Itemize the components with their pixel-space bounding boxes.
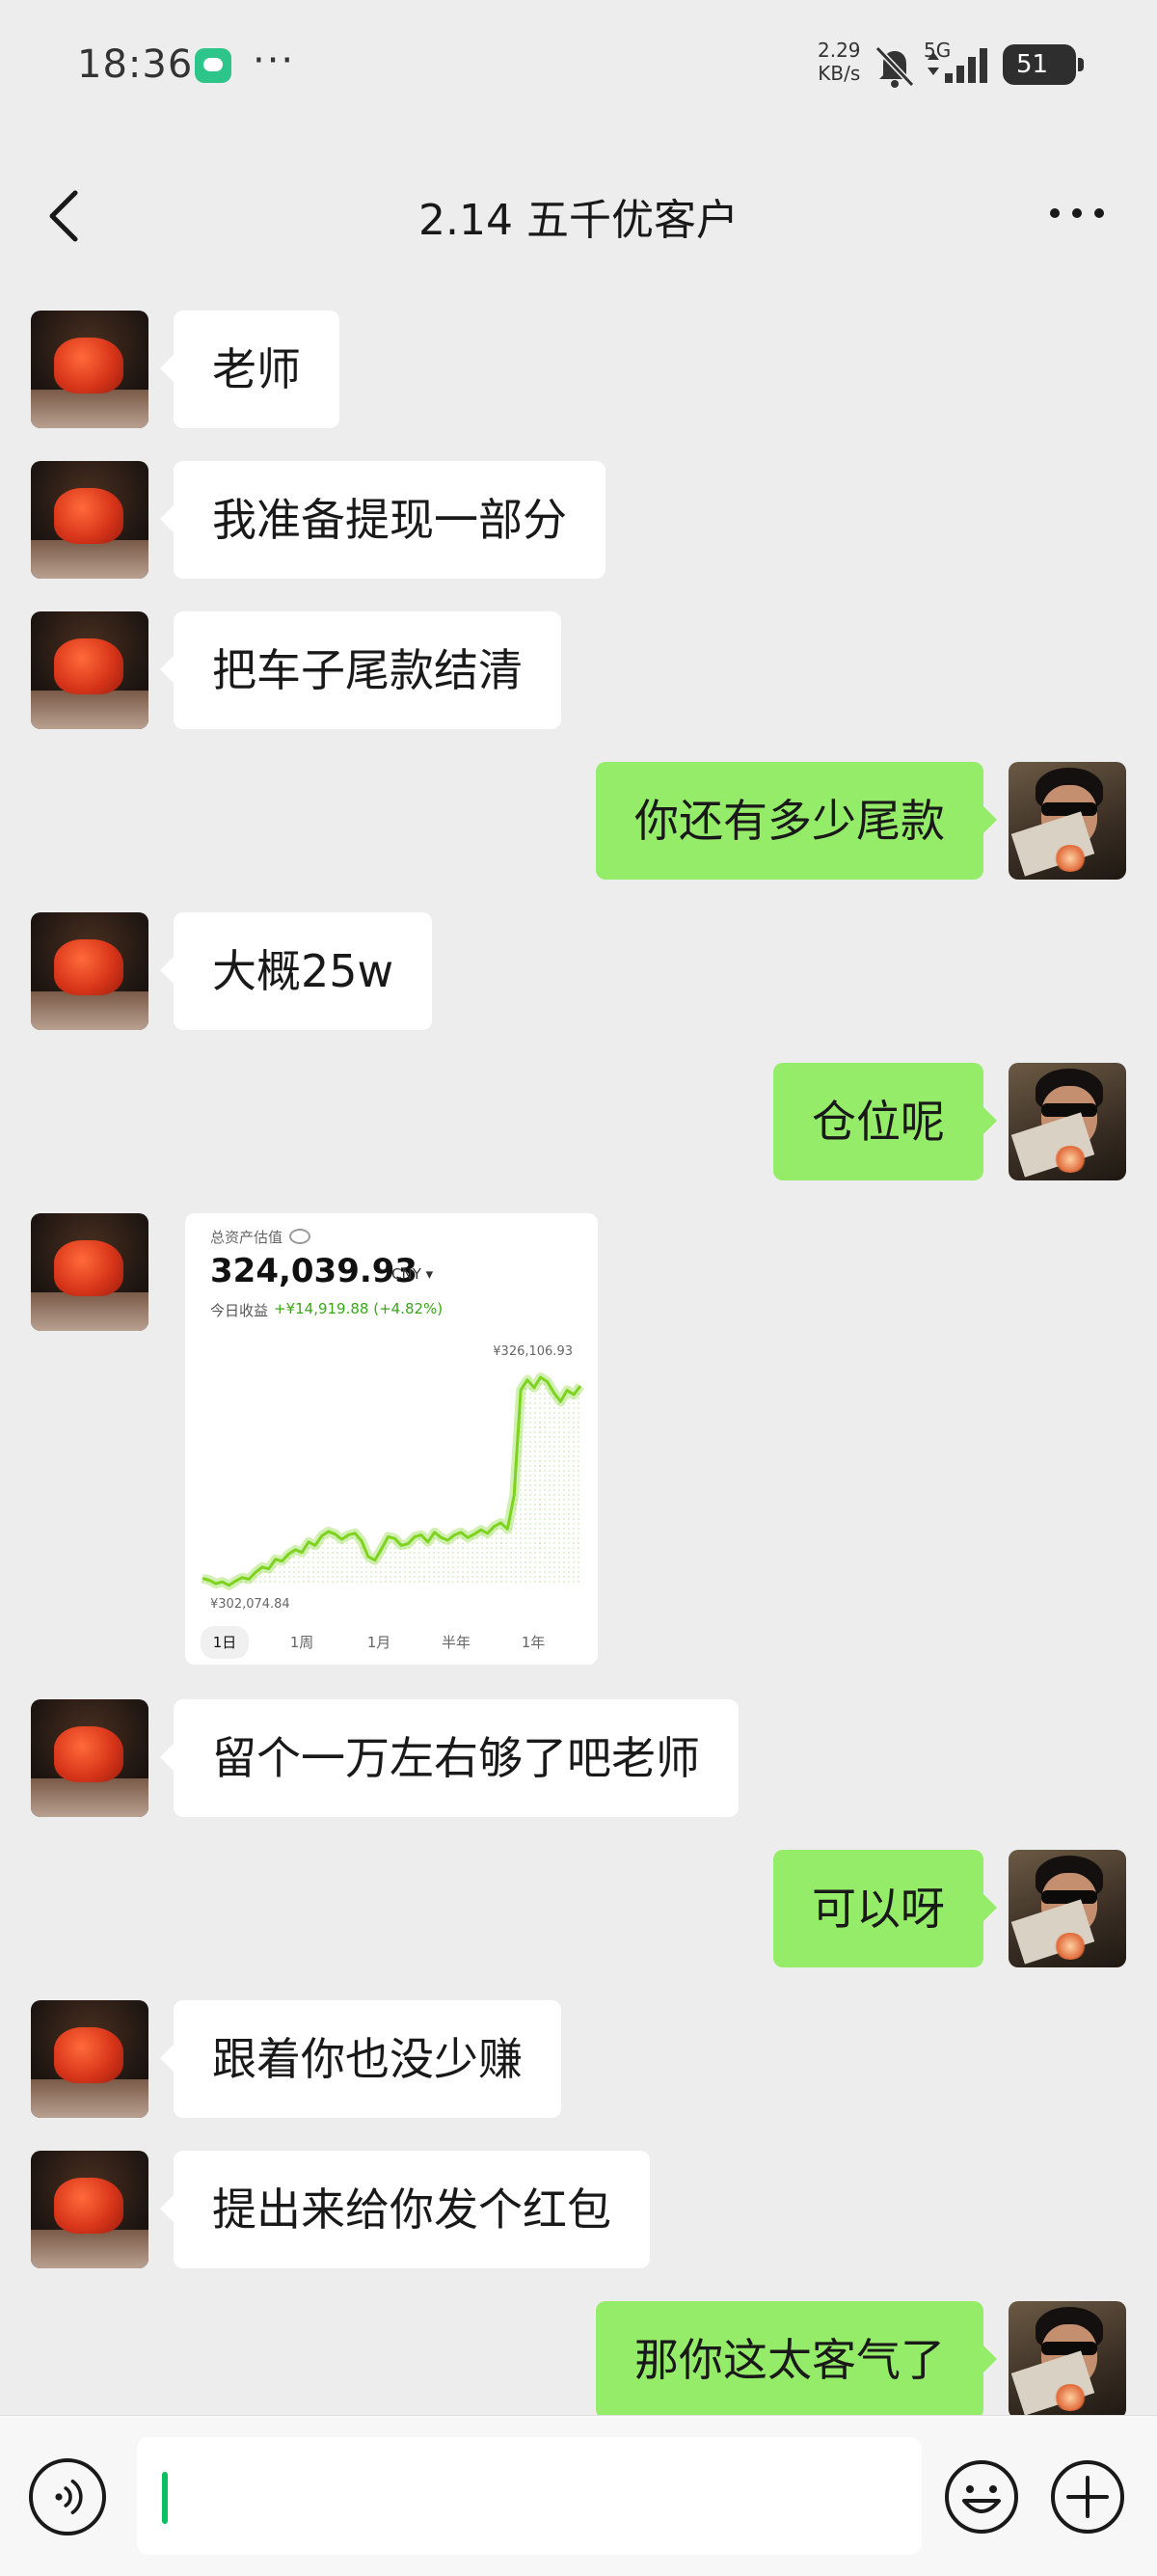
tab-period: 1周 [289,1634,314,1651]
contact-avatar[interactable] [31,912,148,1030]
message-bubble[interactable]: 我准备提现一部分 [160,461,605,579]
contact-avatar[interactable] [31,2000,148,2118]
image-message[interactable]: 总资产估值 324,039.93 CNY ▾ 今日收益 +¥14,919.88 … [185,1213,598,1665]
emoji-icon[interactable] [943,2458,1020,2535]
my-avatar[interactable] [1009,1850,1126,1967]
message-list[interactable]: 老师 我准备提现一部分 把车子尾款结清 你还有多少尾款 大概25w 仓位呢 总资… [0,297,1157,2415]
tab-period: 半年 [441,1634,471,1651]
asset-label: 总资产估值 [210,1229,283,1246]
message-bubble[interactable]: 老师 [160,311,339,428]
battery-level: 51 [1016,50,1049,79]
my-avatar[interactable] [1009,1063,1126,1180]
message-input[interactable] [137,2437,922,2555]
contact-avatar[interactable] [31,311,148,428]
eye-icon [289,1229,310,1244]
chat-app-notification-icon [195,48,231,83]
chat-title: 2.14 五千优客户 [418,196,739,245]
text-caret [162,2472,168,2524]
contact-avatar[interactable] [31,461,148,579]
mute-bell-icon [874,45,915,88]
message-bubble[interactable]: 大概25w [159,912,433,1030]
message-bubble[interactable]: 仓位呢 [773,1063,997,1180]
today-gain-value: +¥14,919.88 (+4.82%) [274,1300,444,1317]
contact-avatar[interactable] [31,1699,148,1817]
asset-value: 324,039.93 [210,1252,418,1290]
my-avatar[interactable] [1009,2301,1126,2415]
chart-max-label: ¥326,106.93 [493,1344,573,1359]
add-attachment-icon[interactable] [1049,2458,1126,2535]
network-speed-value: 2.29 [818,39,861,62]
voice-input-icon[interactable] [29,2458,106,2535]
message-bubble[interactable]: 可以呀 [773,1850,997,1967]
today-gain-label: 今日收益 [210,1302,269,1319]
contact-avatar[interactable] [31,2151,148,2268]
asset-currency: CNY ▾ [391,1265,434,1283]
network-speed: 2.29 KB/s [818,39,861,85]
contact-avatar[interactable] [31,1213,148,1331]
tab-period: 1年 [521,1634,546,1651]
period-tabs: 1日 1周 1月 半年 1年 [201,1626,586,1659]
network-speed-unit: KB/s [818,62,861,85]
message-bubble[interactable]: 那你这太客气了 [596,2301,997,2415]
battery-icon: 51 [1003,44,1084,85]
tab-period: 1日 [201,1626,249,1659]
message-bubble[interactable]: 你还有多少尾款 [596,762,997,880]
asset-line-chart [201,1372,584,1590]
chat-header: 2.14 五千优客户 [0,135,1157,297]
chart-min-label: ¥302,074.84 [210,1597,290,1612]
status-more-notifications: ··· [253,39,296,83]
status-time: 18:36 [77,42,194,87]
input-bar [0,2415,1157,2576]
tab-period: 1月 [366,1634,391,1651]
more-options-icon[interactable] [1047,199,1107,228]
message-bubble[interactable]: 留个一万左右够了吧老师 [160,1699,739,1817]
signal-icon [928,48,987,83]
message-bubble[interactable]: 跟着你也没少赚 [160,2000,561,2118]
message-bubble[interactable]: 把车子尾款结清 [160,611,561,729]
contact-avatar[interactable] [31,611,148,729]
message-bubble[interactable]: 提出来给你发个红包 [160,2151,650,2268]
my-avatar[interactable] [1009,762,1126,880]
status-bar: 18:36 ··· 2.29 KB/s 5G 51 [0,0,1157,135]
